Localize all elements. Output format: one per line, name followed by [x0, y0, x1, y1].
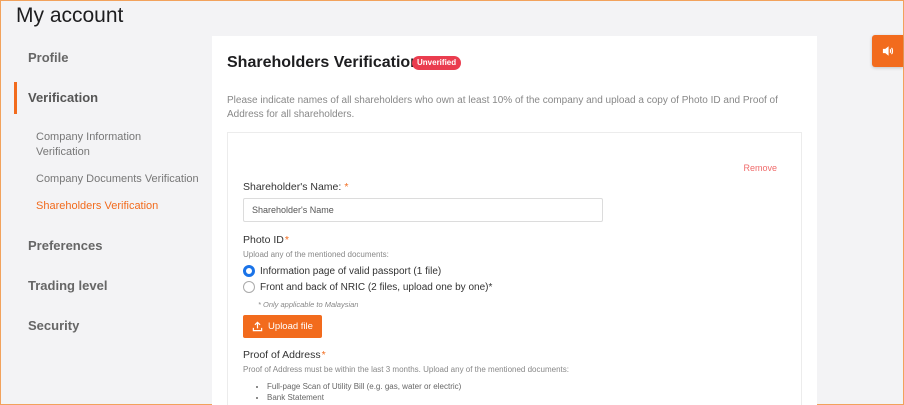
- sidebar-subitem-company-information[interactable]: Company Information Verification: [36, 130, 156, 160]
- speaker-icon: [882, 46, 893, 56]
- proof-of-address-label-text: Proof of Address: [243, 349, 321, 361]
- upload-file-label: Upload file: [268, 321, 313, 332]
- sidebar-subitem-shareholders[interactable]: Shareholders Verification: [36, 199, 204, 214]
- page-title: My account: [16, 4, 124, 27]
- photo-id-option-label: Front and back of NRIC (2 files, upload …: [260, 281, 493, 293]
- photo-id-option-passport[interactable]: Information page of valid passport (1 fi…: [243, 264, 441, 278]
- upload-file-button[interactable]: Upload file: [243, 315, 322, 338]
- sound-toggle-button[interactable]: [872, 35, 903, 67]
- list-item: Full-page Scan of Utility Bill (e.g. gas…: [267, 381, 461, 392]
- shareholder-name-input[interactable]: [243, 198, 603, 222]
- proof-of-address-docs: Full-page Scan of Utility Bill (e.g. gas…: [253, 381, 461, 403]
- sidebar-item-trading-level[interactable]: Trading level: [14, 266, 204, 306]
- required-mark: *: [321, 349, 326, 361]
- remove-shareholder-link[interactable]: Remove: [743, 163, 777, 173]
- proof-of-address-label: Proof of Address*: [243, 349, 326, 361]
- photo-id-option-nric[interactable]: Front and back of NRIC (2 files, upload …: [243, 280, 492, 294]
- verification-subnav: Company Information Verification Company…: [14, 118, 204, 214]
- sidebar-item-profile[interactable]: Profile: [14, 38, 204, 78]
- list-item: Bank Statement: [267, 392, 461, 403]
- sidebar-item-preferences[interactable]: Preferences: [14, 226, 204, 266]
- sidebar-item-verification[interactable]: Verification: [14, 78, 204, 118]
- photo-id-label: Photo ID*: [243, 234, 289, 246]
- nric-note: * Only applicable to Malaysian: [258, 300, 359, 309]
- sidebar-item-security[interactable]: Security: [14, 306, 204, 346]
- intro-text: Please indicate names of all shareholder…: [227, 95, 778, 120]
- photo-id-option-label: Information page of valid passport (1 fi…: [260, 265, 442, 277]
- photo-id-label-text: Photo ID: [243, 234, 284, 246]
- radio-button-checked[interactable]: [243, 265, 255, 277]
- photo-id-hint: Upload any of the mentioned documents:: [243, 250, 389, 259]
- radio-button[interactable]: [243, 281, 255, 293]
- shareholders-card: Shareholders Verification Unverified Ple…: [212, 36, 817, 405]
- required-mark: *: [344, 181, 349, 193]
- shareholder-form: Remove Shareholder's Name:* Photo ID* Up…: [227, 132, 802, 405]
- shareholder-name-label: Shareholder's Name: *: [243, 181, 348, 193]
- required-mark: *: [284, 234, 289, 246]
- sidebar-subitem-company-documents[interactable]: Company Documents Verification: [36, 172, 204, 187]
- upload-icon: [252, 321, 263, 332]
- shareholder-name-label-text: Shareholder's Name:: [243, 181, 342, 193]
- proof-of-address-hint: Proof of Address must be within the last…: [243, 365, 569, 374]
- status-badge: Unverified: [412, 56, 462, 70]
- sidebar: Profile Verification Company Information…: [14, 38, 204, 346]
- section-title: Shareholders Verification: [227, 54, 420, 71]
